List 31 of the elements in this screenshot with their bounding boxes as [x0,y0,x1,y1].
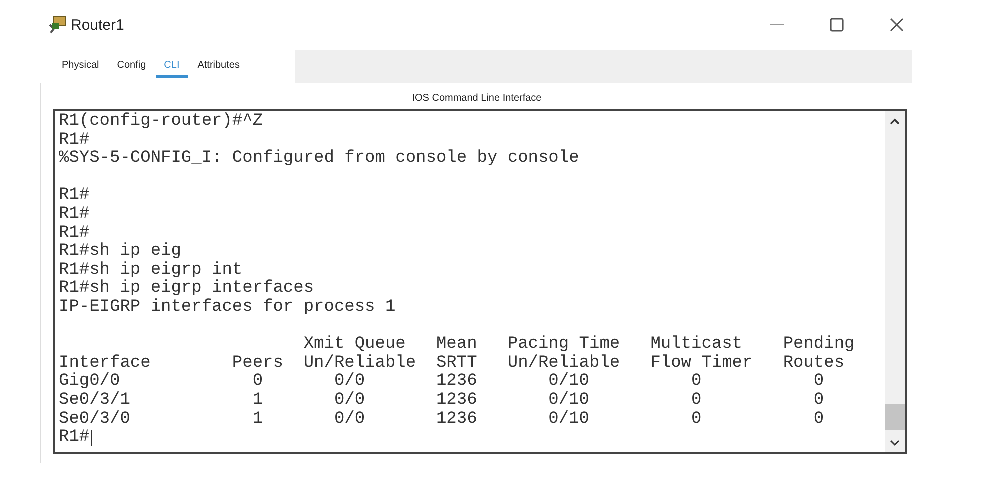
scroll-up-icon[interactable] [890,118,900,125]
scroll-down-icon[interactable] [890,440,900,447]
console-line: Se0/3/1 1 0/0 1236 0/10 0 0 [59,392,824,410]
console-line: R1# [59,206,90,225]
console-line: Xmit Queue Mean Pacing Time Multicast Pending [302,336,855,354]
console-line: R1(config-router)#^Z [59,113,264,132]
tab[interactable]: Attributes [190,56,248,78]
console-line: R1# [59,132,90,150]
console-line: R1#sh ip eigrp interfaces [59,280,314,298]
console-line: Se0/3/0 1 0/0 1236 0/10 0 0 [59,410,824,430]
console-line: R1# [59,187,90,206]
console-line: R1# [59,429,90,448]
console-line: R1#sh ip eigrp int [59,262,243,280]
console-line: R1# [59,224,90,243]
scrollbar[interactable] [885,111,905,452]
console-line: IP-EIGRP interfaces for process 1 [59,298,396,318]
minimize-icon[interactable] [770,24,784,26]
close-icon[interactable] [890,18,904,32]
console-line: R1#sh ip eig [59,243,182,262]
maximize-icon[interactable] [830,18,844,32]
console-line: Interface Peers Un/Reliable SRTT Un/Reliable Flow Timer Routes [59,354,845,373]
panel-title: IOS Command Line Interface [411,92,543,106]
tab[interactable]: Config [109,56,154,78]
window-title: Router1 [71,16,124,34]
console-line: Gig0/0 0 0/0 1236 0/10 0 0 [59,373,824,392]
router-icon [47,15,69,35]
tab[interactable]: Physical [54,56,108,78]
text-cursor [90,430,92,446]
console-output[interactable] [53,109,907,454]
scrollbar-thumb[interactable] [885,404,905,430]
console-line: %SYS-5-CONFIG_I: Configured from console by console [59,150,580,169]
